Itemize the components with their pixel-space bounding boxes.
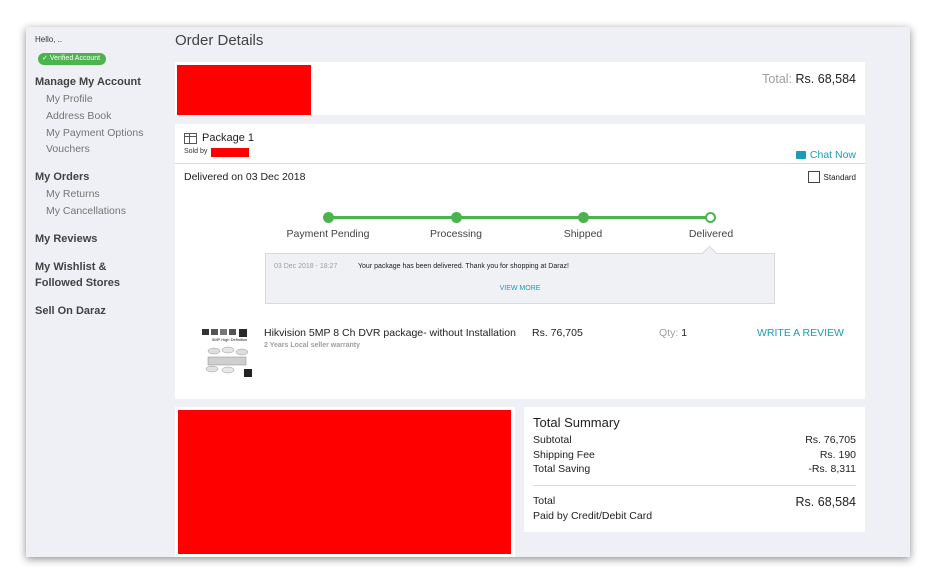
product-price: Rs. 76,705	[532, 327, 583, 339]
redacted-address	[178, 410, 511, 554]
summary-total-label: Total	[533, 495, 556, 507]
verified-label: Verified Account	[49, 55, 101, 62]
chat-now-button[interactable]: Chat Now	[795, 149, 856, 161]
status-message-box: 03 Dec 2018 - 18:27 Your package has bee…	[265, 253, 775, 304]
step-label-processing: Processing	[430, 228, 482, 240]
nav-my-reviews[interactable]: My Reviews	[35, 231, 97, 247]
status-message: Your package has been delivered. Thank y…	[358, 263, 569, 270]
step-label-payment-pending: Payment Pending	[286, 228, 370, 240]
step-label-shipped: Shipped	[563, 228, 603, 240]
shipping-fee-label: Shipping Fee	[533, 449, 595, 461]
thumbnail-caption: 5MP High Definition	[212, 337, 247, 342]
subtotal-label: Subtotal	[533, 434, 572, 446]
summary-total-value: Rs. 68,584	[795, 495, 856, 509]
sold-by-label: Sold by	[184, 148, 208, 155]
shipping-type: Standard	[807, 171, 856, 183]
order-total-value: Rs. 68,584	[795, 72, 856, 86]
shipping-type-label: Standard	[823, 172, 856, 182]
nav-my-returns[interactable]: My Returns	[46, 188, 100, 200]
nav-vouchers[interactable]: Vouchers	[46, 143, 90, 155]
step-dot-shipped	[578, 212, 589, 223]
total-summary-card: Total Summary Subtotal Rs. 76,705 Shippin…	[524, 407, 865, 532]
step-label-delivered: Delivered	[688, 228, 734, 240]
page-title: Order Details	[175, 32, 264, 49]
product-name[interactable]: Hikvision 5MP 8 Ch DVR package- without …	[264, 327, 516, 339]
write-review-button[interactable]: WRITE A REVIEW	[757, 327, 844, 339]
summary-subtotal-row: Subtotal Rs. 76,705	[533, 434, 856, 446]
view-more-link[interactable]: VIEW MORE	[266, 285, 774, 292]
shipping-box-icon	[807, 171, 820, 183]
step-dot-payment-pending	[323, 212, 334, 223]
wishlist-line2: Followed Stores	[35, 277, 120, 289]
greeting: Hello, ..	[35, 35, 63, 44]
package-title: Package 1	[184, 132, 254, 144]
chat-icon	[795, 151, 806, 159]
nav-sell-on-daraz[interactable]: Sell On Daraz	[35, 303, 106, 319]
account-sidebar: Hello, .. ✓ Verified Account Manage My Ac…	[26, 27, 166, 557]
nav-manage-account[interactable]: Manage My Account	[35, 74, 141, 90]
product-image: 5MP High Definition	[200, 327, 256, 379]
status-date: 03 Dec 2018 - 18:27	[274, 263, 338, 270]
total-saving-value: -Rs. 8,311	[808, 463, 856, 475]
verified-badge: ✓ Verified Account	[38, 53, 107, 65]
summary-divider	[533, 485, 856, 486]
package-title-text: Package 1	[202, 132, 254, 144]
nav-payment-options[interactable]: My Payment Options	[46, 127, 143, 139]
chat-now-label: Chat Now	[809, 149, 856, 161]
summary-title: Total Summary	[533, 415, 620, 430]
redacted-seller-name	[211, 148, 249, 157]
product-warranty: 2 Years Local seller warranty	[264, 342, 360, 349]
package-divider	[175, 163, 865, 164]
checkmark-icon: ✓	[42, 55, 48, 62]
wishlist-line1: My Wishlist &	[35, 261, 107, 273]
qty-label: Qty:	[659, 327, 679, 339]
nav-wishlist[interactable]: My Wishlist & Followed Stores	[35, 259, 120, 291]
nav-address-book[interactable]: Address Book	[46, 110, 111, 122]
order-total-label: Total:	[762, 72, 793, 86]
subtotal-value: Rs. 76,705	[805, 434, 856, 446]
total-saving-label: Total Saving	[533, 463, 591, 475]
summary-total-row: Total Rs. 68,584	[533, 495, 856, 509]
package-card: Package 1 Sold by Chat Now Delivered on …	[175, 124, 865, 399]
step-dot-delivered	[705, 212, 716, 223]
shipping-fee-value: Rs. 190	[819, 449, 856, 461]
summary-saving-row: Total Saving -Rs. 8,311	[533, 463, 856, 475]
nav-my-cancellations[interactable]: My Cancellations	[46, 205, 126, 217]
product-quantity: Qty: 1	[659, 327, 687, 339]
delivered-date: Delivered on 03 Dec 2018	[184, 171, 306, 183]
redacted-order-number	[177, 65, 311, 115]
product-thumbnail[interactable]: 5MP High Definition	[200, 327, 256, 379]
summary-shipping-row: Shipping Fee Rs. 190	[533, 449, 856, 461]
order-header-card: Total: Rs. 68,584	[175, 62, 865, 115]
step-dot-processing	[451, 212, 462, 223]
summary-paid-by: Paid by Credit/Debit Card	[533, 510, 653, 522]
order-total: Total: Rs. 68,584	[762, 72, 856, 86]
nav-my-profile[interactable]: My Profile	[46, 93, 93, 105]
package-icon	[184, 132, 197, 144]
app-window: Hello, .. ✓ Verified Account Manage My Ac…	[26, 27, 910, 557]
tracking-line	[328, 216, 712, 219]
nav-my-orders[interactable]: My Orders	[35, 169, 89, 185]
qty-value: 1	[681, 327, 688, 339]
address-card	[175, 407, 515, 557]
sold-by: Sold by	[184, 148, 207, 155]
